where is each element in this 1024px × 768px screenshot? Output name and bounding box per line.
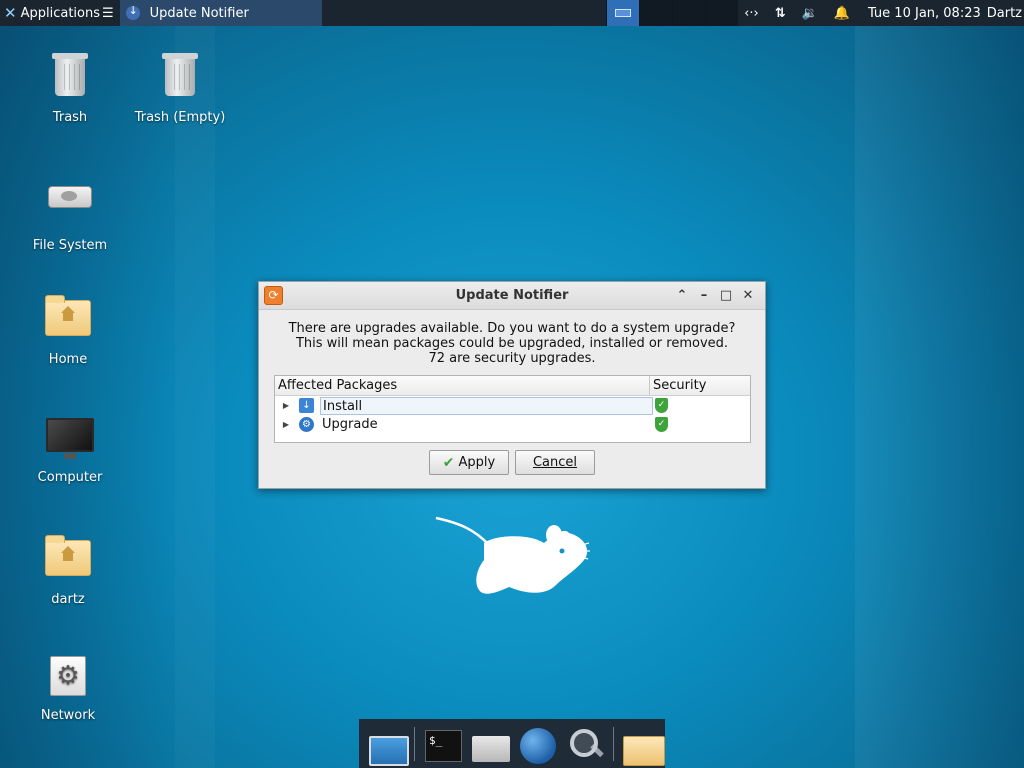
desktop-icon-label: Trash [52,110,88,125]
packages-tree: Affected Packages Security ▶ ↓ Install ✓… [274,375,751,443]
message-line: There are upgrades available. Do you wan… [288,321,736,336]
upgrade-icon: ⚙ [299,417,314,432]
gear-icon: ⚙ [44,656,92,704]
install-icon: ↓ [299,398,314,413]
desktop-icon-label: dartz [51,592,85,607]
desktop-icon-label: Trash (Empty) [134,110,226,125]
show-desktop-icon[interactable] [365,724,409,766]
tree-header: Affected Packages Security [275,376,750,396]
apply-button[interactable]: ✔ Apply [429,450,509,475]
drive-icon [46,186,94,234]
home-folder-icon [44,295,92,348]
top-panel: ✕ Applications ☰ Update Notifier ‹·› ⇅ 🔉… [0,0,1024,26]
message-line: This will mean packages could be upgrade… [295,336,729,351]
menu-separator-icon: ☰ [102,5,114,21]
shield-check-icon: ✓ [655,398,668,413]
taskbar-item-label: Update Notifier [149,5,249,21]
column-security[interactable]: Security [650,376,750,395]
bottom-dock [359,719,665,768]
home-icon[interactable] [468,724,512,764]
xfce-mouse-logo [435,516,590,594]
search-icon[interactable] [564,724,608,764]
close-button[interactable]: ✕ [737,286,759,306]
checkmark-icon: ✔ [442,454,455,471]
user-menu[interactable]: Dartz [987,6,1022,21]
dock-separator [414,726,415,761]
shield-check-icon: ✓ [655,417,668,432]
clock[interactable]: Tue 10 Jan, 08:23 [868,6,981,21]
message-line: 72 are security upgrades. [428,351,596,366]
tree-row-install[interactable]: ▶ ↓ Install ✓ [275,396,750,415]
home-folder-icon [44,535,92,588]
desktop-icon-dartz[interactable]: dartz [18,532,118,607]
desktop-icon-file-system[interactable]: File System [20,172,120,253]
workspace-1[interactable] [606,0,639,26]
minimize-button[interactable]: – [693,286,715,306]
tree-row-upgrade[interactable]: ▶ ⚙ Upgrade ✓ [275,415,750,434]
row-label: Upgrade [322,416,378,432]
expander-icon[interactable]: ▶ [277,401,295,410]
cancel-label: Cancel [532,455,578,470]
apply-label: Apply [458,455,496,470]
monitor-icon [46,418,94,466]
column-affected-packages[interactable]: Affected Packages [275,376,650,395]
update-notifier-icon [125,4,140,20]
notification-bell-icon[interactable]: 🔔 [834,6,850,21]
workspace-4[interactable] [705,0,738,26]
desktop-icon-label: Network [40,708,96,723]
xfce-logo-icon: ✕ [4,4,17,22]
desktop-icon-label: File System [32,238,108,253]
system-tray: ‹·› ⇅ 🔉 🔔 Tue 10 Jan, 08:23 Dartz [736,0,1024,26]
maximize-button[interactable]: □ [715,286,737,306]
volume-icon[interactable]: 🔉 [802,6,818,21]
desktop-icon-trash[interactable]: Trash [20,52,120,125]
cancel-button[interactable]: Cancel [515,450,595,475]
desktop-icon-label: Computer [37,470,103,485]
row-label: Install [320,396,653,415]
dialog-message: There are upgrades available. Do you wan… [259,321,765,366]
web-browser-icon[interactable] [516,724,560,764]
network-icon[interactable]: ‹·› [744,6,759,21]
trash-icon [156,53,204,106]
refresh-icon[interactable]: ⟳ [264,286,283,305]
terminal-icon[interactable] [420,724,464,764]
workspace-3[interactable] [672,0,705,26]
desktop-icon-computer[interactable]: Computer [20,412,120,485]
shade-button[interactable]: ⌃ [671,286,693,306]
desktop-icon-home[interactable]: Home [18,292,118,367]
desktop-icon-label: Home [48,352,88,367]
desktop-icon-trash-empty[interactable]: Trash (Empty) [130,52,230,125]
expander-icon[interactable]: ▶ [277,420,295,429]
desktop-icon-network[interactable]: ⚙ Network [18,652,118,723]
trash-icon [46,53,94,106]
applications-menu[interactable]: ✕ Applications ☰ [0,0,118,26]
file-manager-icon[interactable] [619,724,665,766]
update-notifier-dialog: ⟳ Update Notifier ⌃ – □ ✕ There are upgr… [258,281,766,489]
dialog-titlebar[interactable]: ⟳ Update Notifier ⌃ – □ ✕ [259,282,765,310]
taskbar-item-update-notifier[interactable]: Update Notifier [119,0,322,26]
transfer-icon[interactable]: ⇅ [775,6,786,21]
applications-label: Applications [20,5,100,21]
dock-separator [613,726,614,761]
workspace-switcher [606,0,738,26]
workspace-2[interactable] [639,0,672,26]
